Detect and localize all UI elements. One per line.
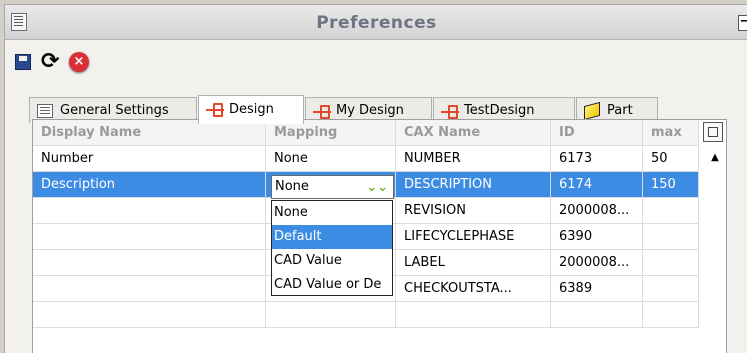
tab-label: TestDesign xyxy=(464,103,535,118)
refresh-icon[interactable]: ⟳ xyxy=(41,51,63,73)
design-icon xyxy=(206,102,224,117)
column-header-max[interactable]: max xyxy=(643,120,699,146)
dropdown-option[interactable]: Default xyxy=(272,225,392,249)
scroll-up-icon[interactable]: ▲ xyxy=(705,148,725,168)
table-cell[interactable] xyxy=(643,198,699,224)
document-icon xyxy=(37,104,53,118)
table-cell[interactable] xyxy=(643,250,699,276)
table-cell[interactable]: REVISION xyxy=(396,198,551,224)
table-cell[interactable]: Description xyxy=(33,172,266,198)
table-cell[interactable]: 50 xyxy=(643,146,699,172)
mapping-dropdown-list: None Default CAD Value CAD Value or De xyxy=(271,200,393,296)
dropdown-option[interactable]: CAD Value or De xyxy=(272,273,392,297)
table-cell[interactable]: Number xyxy=(33,146,266,172)
mapping-dropdown-value: None xyxy=(275,179,309,194)
table-cell[interactable]: NUMBER xyxy=(396,146,551,172)
tab-design[interactable]: Design xyxy=(198,95,304,124)
table-cell[interactable] xyxy=(33,250,266,276)
table-cell[interactable] xyxy=(396,302,551,328)
tab-label: My Design xyxy=(336,103,404,118)
table-cell[interactable] xyxy=(33,302,266,328)
table-cell[interactable]: 6174 xyxy=(551,172,643,198)
table-cell[interactable]: DESCRIPTION xyxy=(396,172,551,198)
table-cell[interactable]: CHECKOUTSTA... xyxy=(396,276,551,302)
title-bar: Preferences − xyxy=(5,5,747,40)
table-cell[interactable]: 6390 xyxy=(551,224,643,250)
design-icon xyxy=(313,104,331,119)
table-cell[interactable]: 6173 xyxy=(551,146,643,172)
column-header-id[interactable]: ID xyxy=(551,120,643,146)
table-cell[interactable] xyxy=(643,302,699,328)
table-cell[interactable]: 2000008... xyxy=(551,250,643,276)
column-chooser-icon[interactable] xyxy=(703,122,723,142)
window-title: Preferences xyxy=(316,13,437,33)
table-cell[interactable] xyxy=(643,276,699,302)
table-cell[interactable]: 150 xyxy=(643,172,699,198)
table-cell[interactable] xyxy=(643,224,699,250)
table-cell[interactable] xyxy=(33,198,266,224)
tab-label: General Settings xyxy=(60,103,169,118)
table-cell[interactable]: LIFECYCLEPHASE xyxy=(396,224,551,250)
table-cell[interactable] xyxy=(33,224,266,250)
tab-label: Part xyxy=(607,103,633,118)
table-cell[interactable]: None xyxy=(266,146,396,172)
mapping-dropdown[interactable]: None ⌄⌄ xyxy=(271,175,394,199)
save-icon[interactable] xyxy=(15,54,31,70)
minus-icon[interactable]: − xyxy=(738,15,747,31)
preferences-window: Preferences − ⟳ × General Settings Desig… xyxy=(4,4,747,353)
tab-label: Design xyxy=(229,102,274,117)
cancel-icon[interactable]: × xyxy=(69,52,89,72)
column-header-cax-name[interactable]: CAX Name xyxy=(396,120,551,146)
table-cell[interactable] xyxy=(33,276,266,302)
dropdown-option[interactable]: None xyxy=(272,201,392,225)
design-icon xyxy=(441,104,459,119)
table-cell[interactable] xyxy=(266,302,396,328)
chevron-down-icon[interactable]: ⌄⌄ xyxy=(366,177,388,199)
attribute-table: Display Name Mapping CAX Name ID max Num… xyxy=(32,119,727,353)
table-cell[interactable]: LABEL xyxy=(396,250,551,276)
part-icon xyxy=(584,101,600,121)
table-cell[interactable]: 2000008... xyxy=(551,198,643,224)
table-cell[interactable] xyxy=(551,302,643,328)
table-cell[interactable]: 6389 xyxy=(551,276,643,302)
dropdown-option[interactable]: CAD Value xyxy=(272,249,392,273)
